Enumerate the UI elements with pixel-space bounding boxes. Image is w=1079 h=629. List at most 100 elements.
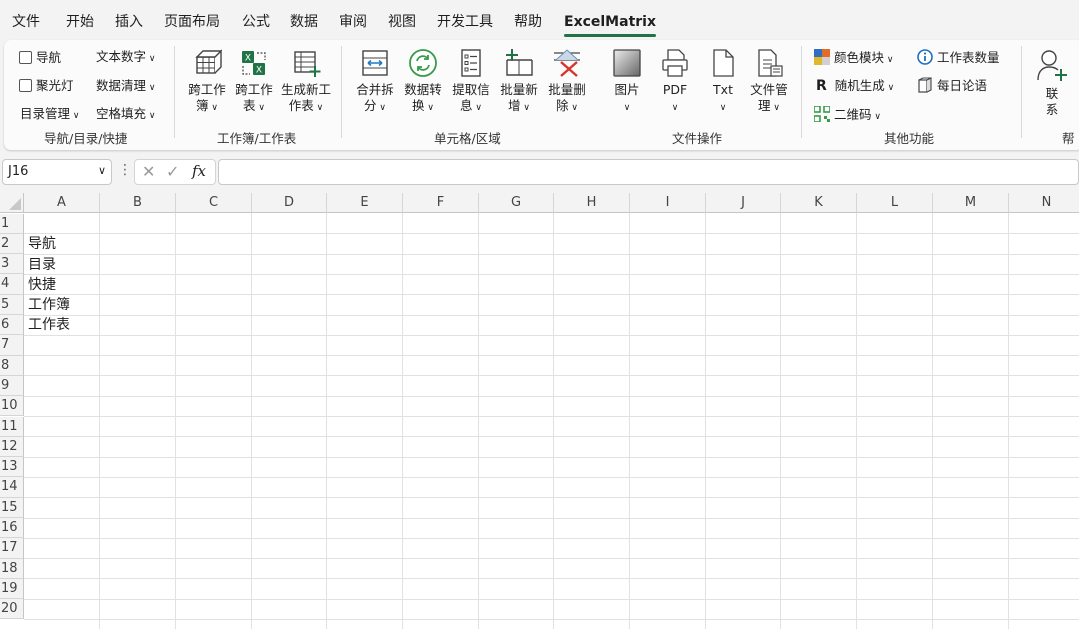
column-header[interactable]: B <box>100 193 176 213</box>
select-all-corner[interactable] <box>0 193 24 213</box>
data-clean-dropdown[interactable]: 数据清理 ∨ <box>96 78 155 96</box>
row-header[interactable]: 4 <box>0 274 24 295</box>
row-header[interactable]: 1 <box>0 213 24 234</box>
column-header[interactable]: H <box>554 193 630 213</box>
menu-page-layout[interactable]: 页面布局 <box>164 12 220 32</box>
row-header[interactable]: 7 <box>0 335 24 356</box>
row-header[interactable]: 8 <box>0 355 24 376</box>
contact-button[interactable]: 联 系 <box>1032 48 1072 118</box>
cross-workbook-button[interactable]: 跨工作 簿 ∨ <box>184 48 230 116</box>
column-header[interactable]: N <box>1009 193 1079 213</box>
column-header[interactable]: E <box>327 193 403 213</box>
cancel-icon[interactable]: ✕ <box>142 162 155 181</box>
row-header[interactable]: 18 <box>0 558 24 579</box>
name-box[interactable]: J16 ∨ <box>2 159 112 185</box>
row-header[interactable]: 19 <box>0 578 24 600</box>
menu-view[interactable]: 视图 <box>388 12 416 32</box>
row-header[interactable]: 5 <box>0 294 24 315</box>
column-header[interactable]: K <box>781 193 857 213</box>
gridline <box>478 213 479 629</box>
chevron-down-icon: ∨ <box>376 103 386 113</box>
row-header[interactable]: 17 <box>0 538 24 559</box>
column-header[interactable]: G <box>479 193 554 213</box>
menu-developer[interactable]: 开发工具 <box>437 12 493 32</box>
data-convert-button[interactable]: 数据转 换 ∨ <box>400 48 446 116</box>
extract-info-button[interactable]: 提取信 息 ∨ <box>448 48 494 116</box>
nav-checkbox[interactable]: 导航 <box>19 50 61 66</box>
row-header[interactable]: 13 <box>0 457 24 478</box>
menu-bar: 文件 开始 插入 页面布局 公式 数据 审阅 视图 开发工具 帮助 ExcelM… <box>0 0 1079 40</box>
image-button[interactable]: 图片 ∨ <box>604 48 650 116</box>
menu-insert[interactable]: 插入 <box>115 12 143 32</box>
generate-worksheet-button[interactable]: 生成新工 作表 ∨ <box>280 48 332 116</box>
menu-review[interactable]: 审阅 <box>339 12 367 32</box>
batch-add-button[interactable]: 批量新 增 ∨ <box>496 48 542 116</box>
ribbon: 导航 聚光灯 目录管理 ∨ 文本数字 ∨ 数据清理 ∨ 空格填充 ∨ 导航/目录… <box>4 40 1079 150</box>
pdf-button[interactable]: PDF ∨ <box>652 48 698 116</box>
spotlight-checkbox[interactable]: 聚光灯 <box>19 78 74 94</box>
column-header[interactable]: J <box>706 193 781 213</box>
row-header[interactable]: 11 <box>0 416 24 437</box>
dir-manage-dropdown[interactable]: 目录管理 ∨ <box>20 106 79 124</box>
gridline <box>24 436 1079 438</box>
row-header[interactable]: 6 <box>0 315 24 336</box>
gridline <box>780 213 781 629</box>
menu-excelmatrix[interactable]: ExcelMatrix <box>564 12 656 37</box>
column-header[interactable]: I <box>630 193 706 213</box>
cell-a2[interactable]: 导航 <box>28 234 56 254</box>
column-header[interactable]: C <box>176 193 252 213</box>
daily-quote-button[interactable]: 每日论语 <box>917 77 987 94</box>
menu-home[interactable]: 开始 <box>66 12 94 32</box>
file-manage-button[interactable]: 文件管 理 ∨ <box>746 48 792 116</box>
merge-split-button[interactable]: 合并拆 分 ∨ <box>352 48 398 116</box>
random-gen-dropdown[interactable]: R 随机生成 ∨ <box>816 78 894 96</box>
insert-function-icon[interactable]: fx <box>192 162 206 180</box>
row-header[interactable]: 9 <box>0 375 24 397</box>
gridline <box>24 375 1079 377</box>
cell-a5[interactable]: 工作簿 <box>28 295 70 315</box>
column-header[interactable]: F <box>403 193 479 213</box>
formula-buttons: ✕ ✓ fx <box>134 159 216 185</box>
row-header[interactable]: 15 <box>0 497 24 518</box>
letter-r-icon: R <box>816 78 827 94</box>
chevron-down-icon: ∨ <box>146 54 156 64</box>
column-header[interactable]: L <box>857 193 933 213</box>
menu-file[interactable]: 文件 <box>12 12 40 32</box>
menu-help[interactable]: 帮助 <box>514 12 542 32</box>
menu-data[interactable]: 数据 <box>290 12 318 32</box>
color-module-dropdown[interactable]: 颜色模块 ∨ <box>814 49 893 68</box>
chevron-down-icon[interactable]: ∨ <box>98 164 106 177</box>
cross-worksheet-button[interactable]: X X 跨工作 表 ∨ <box>231 48 277 116</box>
batch-delete-button[interactable]: 批量删 除 ∨ <box>544 48 590 116</box>
cell-a4[interactable]: 快捷 <box>28 275 56 295</box>
row-header[interactable]: 14 <box>0 477 24 498</box>
row-header[interactable]: 10 <box>0 396 24 417</box>
row-header[interactable]: 12 <box>0 436 24 458</box>
row-header[interactable]: 20 <box>0 599 24 620</box>
row-header[interactable]: 16 <box>0 518 24 539</box>
column-header[interactable]: A <box>24 193 100 213</box>
gridline <box>24 395 1079 397</box>
cell-a3[interactable]: 目录 <box>28 255 56 275</box>
gridline <box>24 456 1079 458</box>
formula-input[interactable] <box>218 159 1079 185</box>
column-header[interactable]: D <box>252 193 327 213</box>
group-separator <box>801 46 802 138</box>
gridline <box>24 476 1079 478</box>
cell-a6[interactable]: 工作表 <box>28 315 70 335</box>
row-header[interactable]: 2 <box>0 233 24 255</box>
blank-fill-dropdown[interactable]: 空格填充 ∨ <box>96 106 155 124</box>
text-number-dropdown[interactable]: 文本数字 ∨ <box>96 49 155 67</box>
ws-count-button[interactable]: 工作表数量 <box>917 49 1000 66</box>
menu-formulas[interactable]: 公式 <box>242 12 270 32</box>
check-icon[interactable]: ✓ <box>166 162 179 181</box>
qr-code-dropdown[interactable]: 二维码 ∨ <box>813 105 881 125</box>
txt-button[interactable]: Txt ∨ <box>700 48 746 116</box>
gridline <box>24 537 1079 539</box>
row-header[interactable]: 3 <box>0 254 24 275</box>
more-options-icon[interactable]: ⋮ <box>118 162 132 178</box>
chevron-down-icon: ∨ <box>871 112 881 122</box>
column-header[interactable]: M <box>933 193 1009 213</box>
chevron-down-icon: ∨ <box>146 111 156 121</box>
gridline <box>24 416 1079 417</box>
